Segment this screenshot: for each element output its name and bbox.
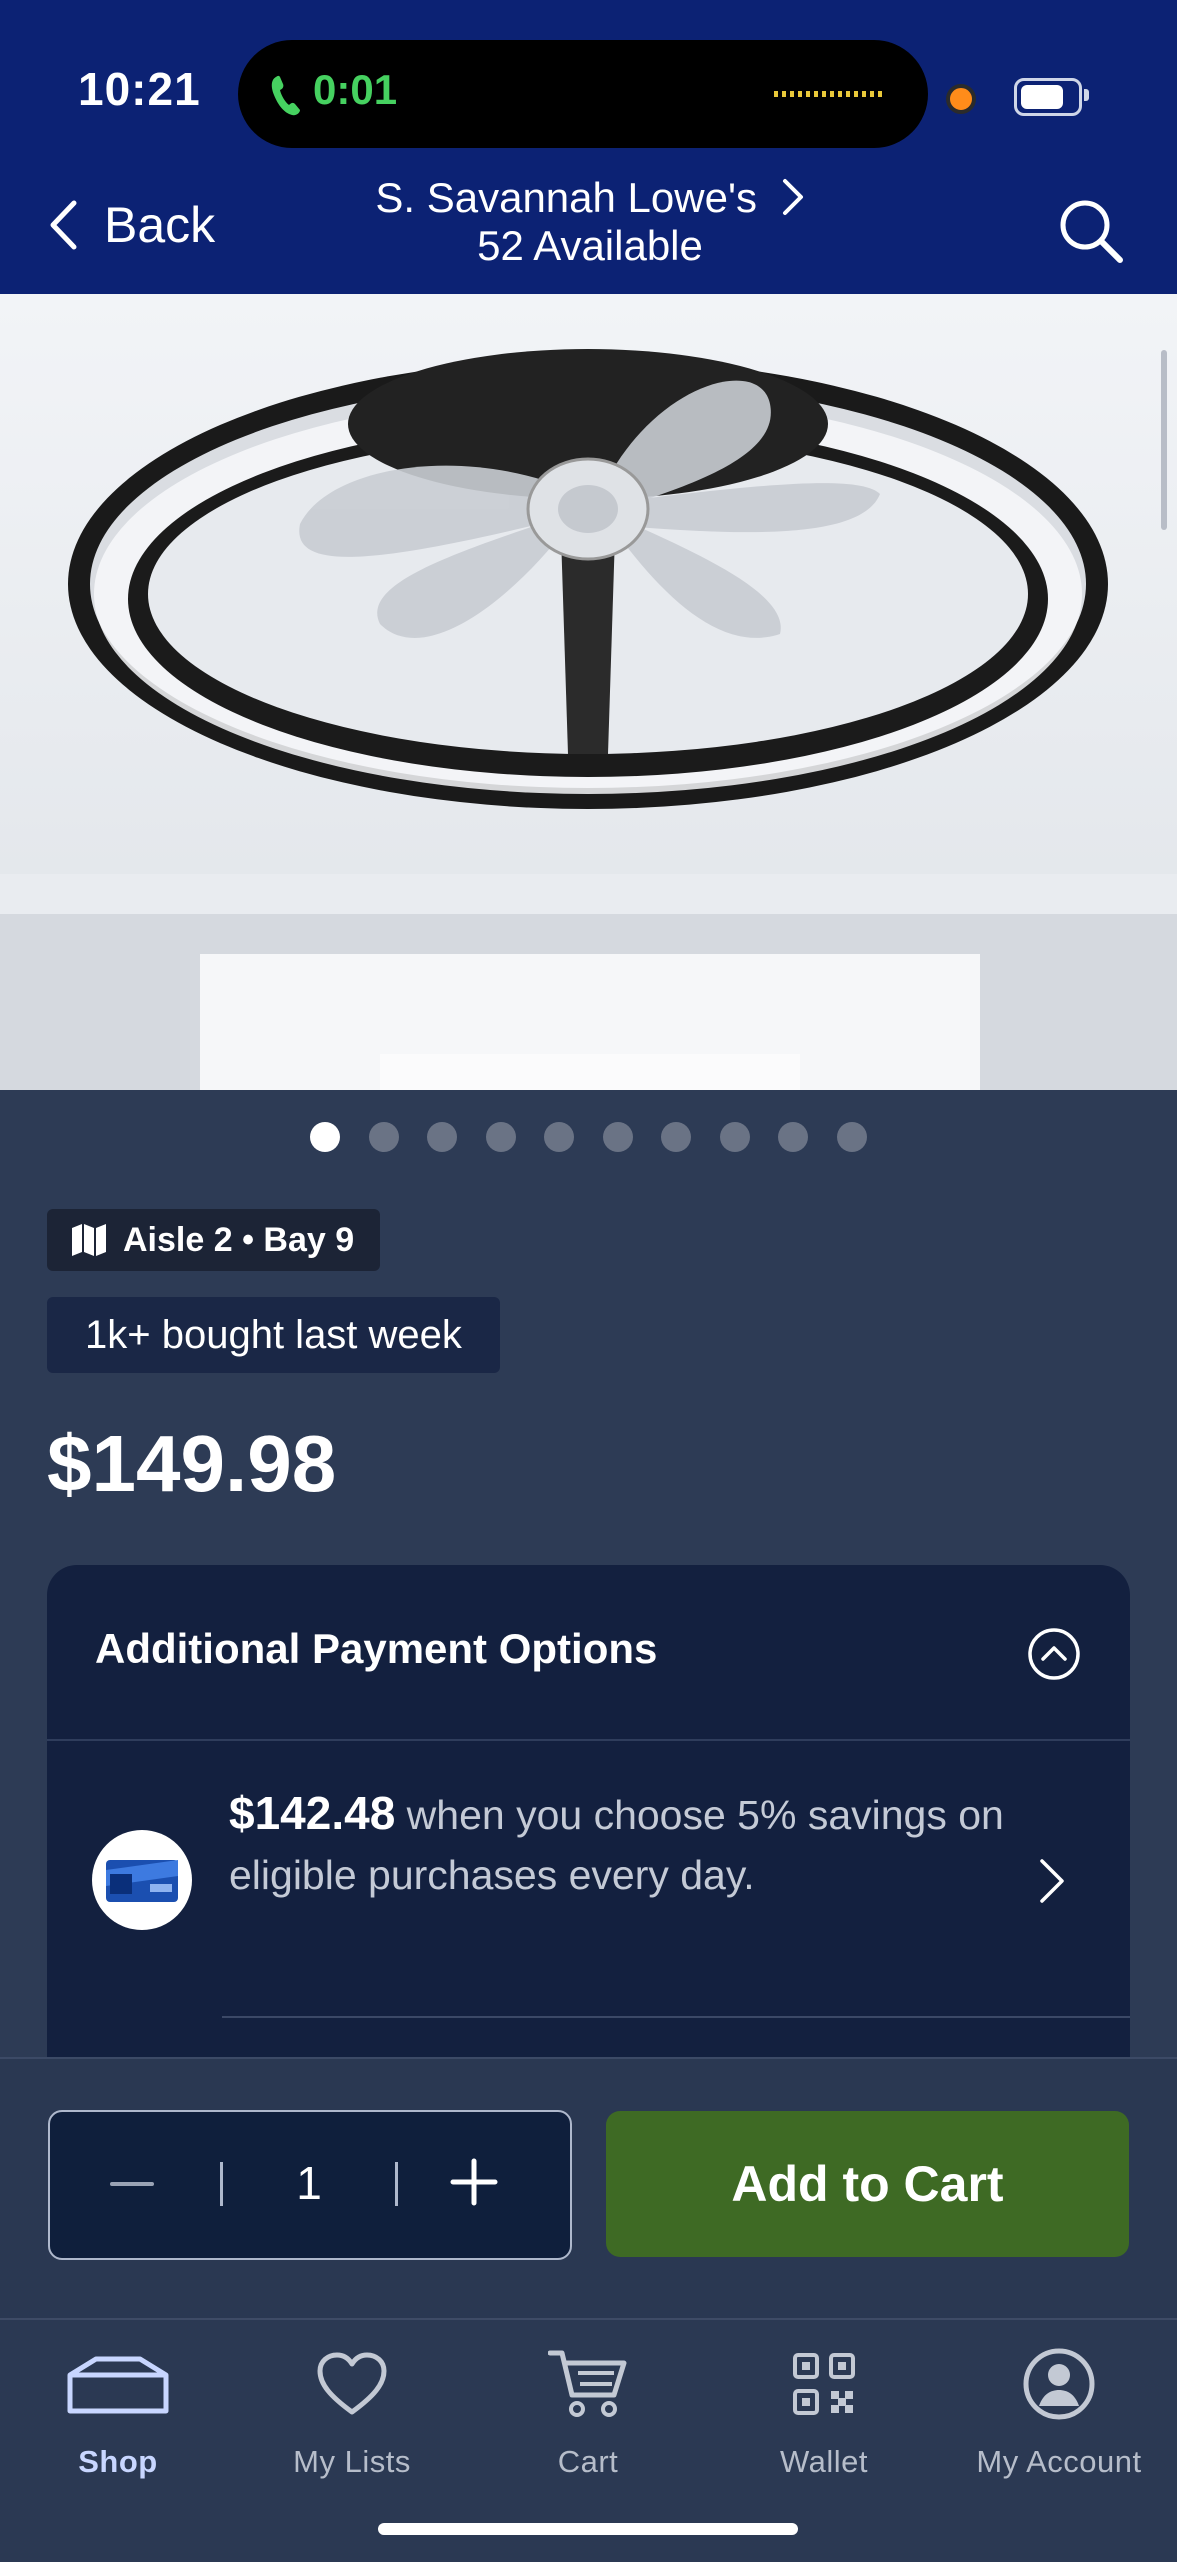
offer-amount: $142.48 xyxy=(229,1787,396,1839)
call-duration: 0:01 xyxy=(313,66,398,113)
scroll-indicator[interactable] xyxy=(1161,350,1167,530)
qr-code-icon xyxy=(793,2353,855,2415)
tab-my-account[interactable]: My Account xyxy=(941,2334,1177,2504)
gallery-dot[interactable] xyxy=(485,1122,516,1152)
gallery-dot[interactable] xyxy=(544,1122,575,1152)
gallery-dot[interactable] xyxy=(368,1122,399,1152)
product-price: $149.98 xyxy=(47,1419,337,1508)
status-time: 10:21 xyxy=(78,63,201,115)
quantity-stepper[interactable]: 1 xyxy=(48,2110,572,2260)
ceiling-fan-illustration xyxy=(0,294,1177,1090)
gallery-dot[interactable] xyxy=(427,1122,458,1152)
back-label: Back xyxy=(104,197,216,253)
top-header: 10:21 0:01 Back S. Savannah Lowe's 52 Av… xyxy=(0,0,1177,294)
gallery-dot[interactable] xyxy=(661,1122,692,1152)
tab-label: My Lists xyxy=(293,2444,411,2479)
store-selector[interactable]: S. Savannah Lowe's 52 Available xyxy=(300,174,880,270)
back-button[interactable]: Back xyxy=(48,196,215,254)
cart-icon xyxy=(548,2350,627,2417)
payment-options-card: Additional Payment Options $142.48 when … xyxy=(47,1565,1130,2085)
home-indicator[interactable] xyxy=(378,2523,798,2535)
account-icon xyxy=(1023,2348,1095,2420)
product-image[interactable] xyxy=(0,294,1177,1090)
chevron-left-icon xyxy=(50,200,77,250)
tab-label: Shop xyxy=(78,2444,158,2479)
purchase-action-bar: 1 Add to Cart xyxy=(0,2057,1177,2319)
home-icon xyxy=(67,2356,169,2414)
map-icon xyxy=(72,1224,106,1256)
tab-label: Wallet xyxy=(780,2444,868,2479)
battery-icon xyxy=(1014,78,1082,116)
social-proof-badge: 1k+ bought last week xyxy=(47,1297,500,1373)
tab-wallet[interactable]: Wallet xyxy=(706,2334,942,2504)
stepper-separator xyxy=(395,2162,398,2206)
heart-icon xyxy=(317,2352,387,2415)
payment-offer[interactable]: $142.48 when you choose 5% savings on el… xyxy=(229,1783,1029,1905)
gallery-dot[interactable] xyxy=(836,1122,867,1152)
aisle-label: Aisle 2 • Bay 9 xyxy=(123,1220,355,1259)
tab-cart[interactable]: Cart xyxy=(470,2334,706,2504)
gallery-dot[interactable] xyxy=(719,1122,750,1152)
camera-indicator-icon xyxy=(946,84,976,114)
battery-tip xyxy=(1084,89,1089,101)
chevron-right-icon xyxy=(782,179,803,215)
availability-text: 52 Available xyxy=(477,222,703,269)
aisle-location-badge[interactable]: Aisle 2 • Bay 9 xyxy=(47,1209,381,1271)
gallery-dot[interactable] xyxy=(778,1122,809,1152)
tab-label: My Account xyxy=(976,2444,1142,2479)
collapse-toggle-icon[interactable] xyxy=(1027,1627,1081,1681)
gallery-pagination[interactable] xyxy=(0,1122,1177,1152)
gallery-dot[interactable] xyxy=(310,1122,341,1152)
minus-icon[interactable] xyxy=(110,2164,154,2204)
gallery-dot[interactable] xyxy=(602,1122,633,1152)
credit-card-logo xyxy=(92,1830,192,1930)
tab-label: Cart xyxy=(557,2444,619,2479)
quantity-value[interactable]: 1 xyxy=(250,2156,368,2210)
social-proof-text: 1k+ bought last week xyxy=(85,1312,462,1357)
payment-options-title: Additional Payment Options xyxy=(95,1625,658,1672)
tab-my-lists[interactable]: My Lists xyxy=(234,2334,470,2504)
add-to-cart-button[interactable]: Add to Cart xyxy=(606,2111,1129,2257)
audio-wave-icon xyxy=(774,91,886,97)
store-name: S. Savannah Lowe's xyxy=(375,174,757,221)
divider xyxy=(47,1739,1130,1741)
divider xyxy=(222,2016,1130,2018)
plus-icon[interactable] xyxy=(450,2158,498,2206)
stepper-separator xyxy=(220,2162,223,2206)
chevron-right-icon[interactable] xyxy=(1037,1857,1067,1905)
phone-icon xyxy=(271,75,300,116)
tab-shop[interactable]: Shop xyxy=(0,2334,236,2504)
search-icon[interactable] xyxy=(1058,198,1124,264)
